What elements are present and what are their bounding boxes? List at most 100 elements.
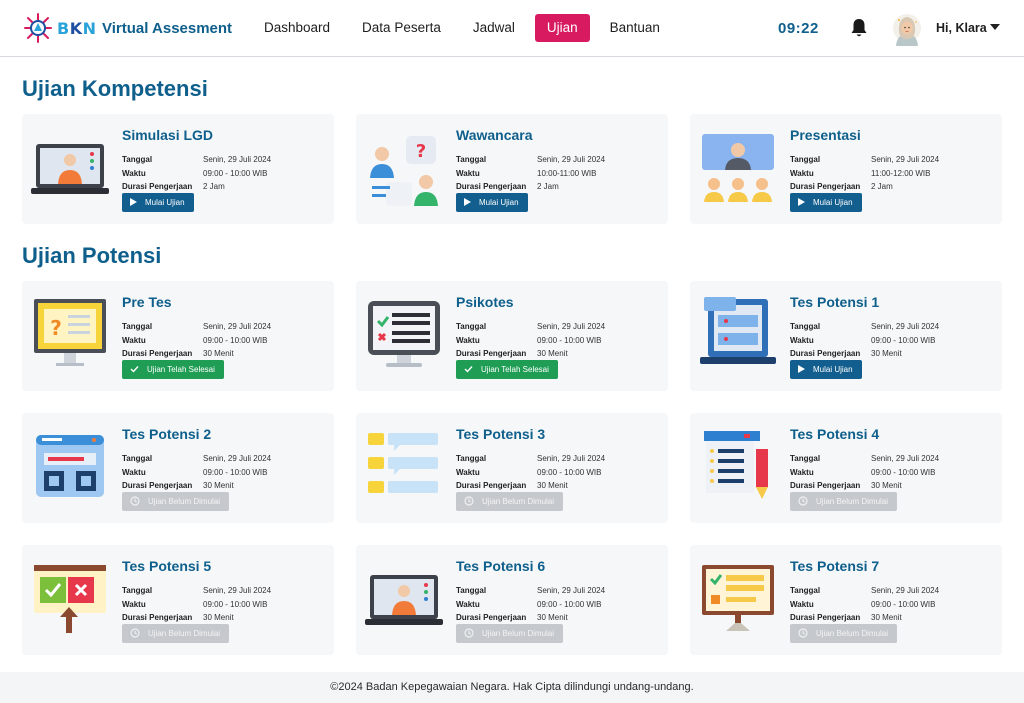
svg-text:?: ? [50, 316, 62, 340]
footer-copyright: ©2024 Badan Kepegawaian Negara. Hak Cipt… [330, 681, 694, 693]
exam-tanggal-label: Tanggal [456, 322, 487, 331]
exam-not-started-button: Ujian Belum Dimulai [790, 492, 898, 511]
exam-waktu-value: 10:00-11:00 WIB [537, 169, 597, 178]
exam-title: Tes Potensi 3 [456, 426, 546, 442]
exam-waktu-label: Waktu [456, 600, 480, 609]
exam-title: Psikotes [456, 294, 514, 310]
exam-card: Tes Potensi 6 Tanggal Senin, 29 Juli 2024 W… [356, 545, 668, 655]
exam-not-started-button: Ujian Belum Dimulai [122, 492, 230, 511]
clock-icon [464, 495, 474, 508]
exam-card: Tes Potensi 5 Tanggal Senin, 29 Juli 2024 W… [22, 545, 334, 655]
exam-tanggal-label: Tanggal [122, 586, 153, 595]
exam-card: ? Wawancara Tanggal Senin, 29 Juli 2024 Wakt… [356, 114, 668, 224]
exam-waktu-value: 09:00 - 10:00 WIB [871, 468, 936, 477]
nav-item-jadwal[interactable]: Jadwal [461, 14, 527, 42]
exam-durasi-label: Durasi Pengerjaan [456, 481, 527, 490]
bell-icon[interactable] [850, 18, 868, 38]
exam-card: Tes Potensi 1 Tanggal Senin, 29 Juli 2024 W… [690, 281, 1002, 391]
exam-durasi-value: 30 Menit [203, 481, 234, 490]
play-icon [130, 197, 137, 208]
exam-not-started-button: Ujian Belum Dimulai [790, 624, 898, 643]
button-label: Ujian Belum Dimulai [816, 629, 889, 638]
monitor-checklist-icon [368, 301, 440, 367]
board-checklist-icon [702, 565, 774, 631]
button-label: Ujian Belum Dimulai [148, 629, 221, 638]
exam-waktu-label: Waktu [456, 336, 480, 345]
button-label: Ujian Telah Selesai [481, 365, 549, 374]
start-exam-button[interactable]: Mulai Ujian [456, 193, 528, 212]
exam-waktu-value: 09:00 - 10:00 WIB [203, 169, 268, 178]
chevron-down-icon[interactable] [990, 24, 1000, 30]
exam-tanggal-value: Senin, 29 Juli 2024 [871, 454, 940, 463]
bkn-logo[interactable]: BKN [22, 11, 97, 45]
nav-item-data-peserta[interactable]: Data Peserta [350, 14, 453, 42]
button-label: Mulai Ujian [145, 198, 185, 207]
avatar[interactable] [892, 12, 922, 46]
user-greeting[interactable]: Hi, Klara [936, 21, 987, 35]
bkn-emblem-icon [24, 13, 52, 43]
exam-waktu-value: 09:00 - 10:00 WIB [871, 600, 936, 609]
top-navbar: BKN Virtual Assesment Dashboard Data Pese… [0, 0, 1024, 57]
footer: ©2024 Badan Kepegawaian Negara. Hak Cipt… [0, 672, 1024, 703]
exam-title: Tes Potensi 6 [456, 558, 546, 574]
exam-tanggal-label: Tanggal [790, 322, 821, 331]
exam-durasi-label: Durasi Pengerjaan [456, 613, 527, 622]
exam-tanggal-label: Tanggal [790, 155, 821, 164]
exam-tanggal-label: Tanggal [456, 586, 487, 595]
exam-title: Tes Potensi 4 [790, 426, 880, 442]
exam-durasi-label: Durasi Pengerjaan [790, 182, 861, 191]
play-icon [798, 364, 805, 375]
section-title-potensi: Ujian Potensi [22, 243, 162, 268]
exam-waktu-label: Waktu [456, 169, 480, 178]
svg-text:?: ? [416, 141, 426, 162]
clock-icon [130, 627, 140, 640]
nav-item-ujian[interactable]: Ujian [534, 14, 590, 42]
exam-durasi-value: 2 Jam [537, 182, 559, 191]
laptop-form-icon [700, 297, 776, 364]
nav-item-dashboard[interactable]: Dashboard [252, 14, 342, 42]
exam-card: Simulasi LGD Tanggal Senin, 29 Juli 2024 Wa… [22, 114, 334, 224]
exam-completed-button[interactable]: Ujian Telah Selesai [122, 360, 224, 379]
button-label: Ujian Telah Selesai [147, 365, 215, 374]
exam-waktu-value: 09:00 - 10:00 WIB [871, 336, 936, 345]
clock-icon [464, 627, 474, 640]
exam-durasi-value: 30 Menit [871, 349, 902, 358]
exam-tanggal-value: Senin, 29 Juli 2024 [537, 454, 606, 463]
exam-title: Tes Potensi 5 [122, 558, 212, 574]
exam-durasi-label: Durasi Pengerjaan [122, 349, 193, 358]
exam-card: Tes Potensi 2 Tanggal Senin, 29 Juli 2024 W… [22, 413, 334, 523]
exam-waktu-label: Waktu [122, 600, 146, 609]
exam-tanggal-value: Senin, 29 Juli 2024 [203, 322, 272, 331]
exam-card: Tes Potensi 3 Tanggal Senin, 29 Juli 2024 W… [356, 413, 668, 523]
exam-title: Pre Tes [122, 294, 172, 310]
exam-durasi-label: Durasi Pengerjaan [122, 613, 193, 622]
play-icon [464, 197, 471, 208]
exam-completed-button[interactable]: Ujian Telah Selesai [456, 360, 558, 379]
exam-waktu-value: 09:00 - 10:00 WIB [203, 600, 268, 609]
button-label: Ujian Belum Dimulai [816, 497, 889, 506]
exam-card: Tes Potensi 4 Tanggal Senin, 29 Juli 2024 W… [690, 413, 1002, 523]
clock-icon [798, 495, 808, 508]
exam-waktu-label: Waktu [122, 169, 146, 178]
nav-item-bantuan[interactable]: Bantuan [598, 14, 672, 42]
exam-durasi-value: 2 Jam [871, 182, 893, 191]
start-exam-button[interactable]: Mulai Ujian [122, 193, 194, 212]
exam-card: Psikotes Tanggal Senin, 29 Juli 2024 Waktu 0… [356, 281, 668, 391]
exam-waktu-label: Waktu [456, 468, 480, 477]
start-exam-button[interactable]: Mulai Ujian [790, 193, 862, 212]
laptop-video-call-icon [365, 575, 443, 625]
exam-not-started-button: Ujian Belum Dimulai [456, 492, 564, 511]
exam-title: Simulasi LGD [122, 127, 214, 143]
button-label: Mulai Ujian [813, 198, 853, 207]
exam-waktu-value: 09:00 - 10:00 WIB [203, 468, 268, 477]
start-exam-button[interactable]: Mulai Ujian [790, 360, 862, 379]
exam-title: Wawancara [456, 127, 533, 143]
button-label: Ujian Belum Dimulai [482, 497, 555, 506]
check-icon [464, 365, 473, 375]
monitor-question-icon: ? [34, 299, 106, 366]
exam-not-started-button: Ujian Belum Dimulai [122, 624, 230, 643]
exam-tanggal-label: Tanggal [790, 586, 821, 595]
exam-tanggal-label: Tanggal [122, 155, 153, 164]
exam-tanggal-value: Senin, 29 Juli 2024 [203, 454, 272, 463]
exam-durasi-value: 30 Menit [537, 481, 568, 490]
